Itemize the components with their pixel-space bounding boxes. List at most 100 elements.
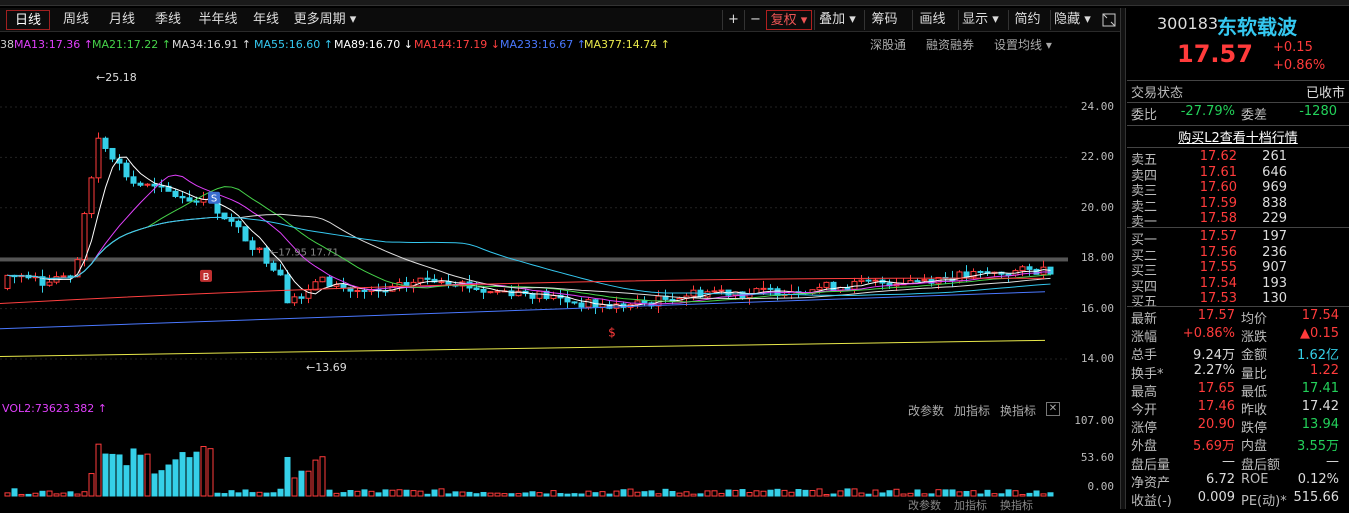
chips-button[interactable]: 筹码 [864, 10, 904, 30]
stat-value: 3.55万 [1297, 439, 1339, 455]
hide-dropdown[interactable]: 隐藏 ▾ [1050, 10, 1094, 30]
volume-bar [221, 493, 228, 497]
candle [172, 190, 179, 197]
candle [242, 226, 249, 242]
stat-label: 外盘 [1131, 439, 1158, 455]
order-volume: 838 [1262, 195, 1287, 211]
order-volume: 197 [1262, 229, 1287, 244]
high-annotation: ←25.18 [96, 71, 137, 84]
stat-label: 金额 [1241, 348, 1268, 364]
candle [256, 247, 263, 250]
bottom-partial-row: 改参数 加指标 换指标 [0, 499, 1068, 512]
simple-mode-button[interactable]: 简约 [1008, 10, 1046, 30]
stat-label: 跌停 [1241, 421, 1268, 437]
volume-bar [886, 490, 893, 497]
volume-bar [11, 488, 18, 497]
volume-bar [200, 446, 207, 497]
volume-bar [669, 491, 676, 497]
stat-label: 最高 [1131, 384, 1158, 400]
zoom-out-button[interactable]: − [744, 10, 766, 30]
volume-bar [1019, 494, 1026, 497]
tab-daily[interactable]: 日线 [6, 10, 50, 30]
stat-value: 17.41 [1301, 380, 1339, 396]
margin-trading-link[interactable]: 融资融券 [926, 36, 974, 54]
shengutong-link[interactable]: 深股通 [870, 36, 906, 54]
ma-settings-dropdown[interactable]: 设置均线 ▾ [994, 36, 1052, 54]
volume-bar [214, 492, 221, 497]
tab-quarterly[interactable]: 季线 [148, 10, 188, 30]
add-indicator-button[interactable]: 加指标 [954, 402, 990, 419]
top-menu-strip [0, 0, 1349, 6]
ma55-label: MA55:16.60 ↑ [254, 38, 333, 51]
volume-bar [935, 489, 942, 497]
zoom-in-button[interactable]: + [722, 10, 744, 30]
volume-bar [354, 490, 361, 497]
stat-value: 9.24万 [1193, 348, 1235, 364]
candle [326, 276, 333, 287]
price-tick: 18.00 [1080, 251, 1114, 265]
volume-bar [991, 493, 998, 497]
display-dropdown[interactable]: 显示 ▾ [958, 10, 1002, 30]
switch-indicator-button-2[interactable]: 换指标 [1000, 497, 1033, 513]
fullscreen-icon[interactable] [1098, 8, 1120, 32]
weibi-label: 委比 [1131, 108, 1158, 123]
draw-line-button[interactable]: 画线 [912, 10, 952, 30]
tab-yearly[interactable]: 年线 [248, 10, 284, 30]
candle [340, 284, 347, 289]
weicha-value: -1280 [1299, 104, 1337, 119]
volume-bar [438, 488, 445, 497]
l2-upgrade-link[interactable]: 购买L2查看十档行情 [1127, 127, 1349, 146]
volume-bar [872, 489, 879, 497]
volume-bar [403, 489, 410, 497]
switch-indicator-button[interactable]: 换指标 [1000, 402, 1036, 419]
candle [186, 197, 193, 202]
volume-bar [893, 488, 900, 497]
stat-row: 盘后量 — 盘后额 — [1127, 454, 1349, 473]
candle [816, 286, 823, 291]
tab-halfyear[interactable]: 半年线 [194, 10, 242, 30]
sell-marker: S [211, 194, 217, 205]
volume-bar [725, 489, 732, 497]
candle [438, 281, 445, 284]
trade-status-row: 交易状态 已收市 [1127, 82, 1349, 101]
candle [858, 279, 865, 282]
weibi-row: 委比 -27.79% 委差 -1280 [1127, 104, 1349, 123]
add-indicator-button-2[interactable]: 加指标 [954, 497, 987, 513]
volume-bar [151, 473, 158, 497]
volume-bar [774, 488, 781, 497]
dollar-marker: $ [608, 325, 616, 339]
change-params-button-2[interactable]: 改参数 [908, 497, 941, 513]
volume-chart[interactable] [0, 418, 1068, 498]
candle [718, 289, 725, 292]
kline-chart[interactable]: ←25.18 ←13.69 ←17.95 17.71 S B $ [0, 54, 1068, 399]
volume-bar [767, 489, 774, 497]
order-volume: 646 [1262, 164, 1287, 180]
fuquan-dropdown[interactable]: 复权 ▾ [766, 10, 812, 30]
candle [109, 147, 116, 160]
price-tick: 16.00 [1080, 301, 1114, 315]
tab-more-periods[interactable]: 更多周期 ▾ [290, 10, 360, 30]
volume-bar [431, 489, 438, 497]
volume-bar [25, 493, 32, 497]
candle [95, 137, 102, 179]
price-band [0, 257, 1068, 262]
volume-bar [130, 448, 137, 497]
close-icon[interactable]: ✕ [1046, 402, 1060, 416]
volume-bar [277, 488, 284, 497]
tab-monthly[interactable]: 月线 [102, 10, 142, 30]
order-volume: 261 [1262, 149, 1287, 164]
candle [319, 276, 326, 283]
vol-tick: 0.00 [1087, 480, 1115, 493]
candle [263, 247, 270, 264]
change-params-button[interactable]: 改参数 [908, 402, 944, 419]
volume-bar [592, 492, 599, 497]
stat-value: 6.72 [1206, 471, 1235, 487]
tab-weekly[interactable]: 周线 [56, 10, 96, 30]
stat-label: 量比 [1241, 366, 1268, 382]
volume-bar [662, 488, 669, 497]
panel-divider[interactable] [1120, 8, 1126, 509]
candle [46, 281, 53, 286]
price-tick: 24.00 [1080, 100, 1114, 113]
volume-bar [60, 492, 67, 497]
overlay-dropdown[interactable]: 叠加 ▾ [814, 10, 860, 30]
